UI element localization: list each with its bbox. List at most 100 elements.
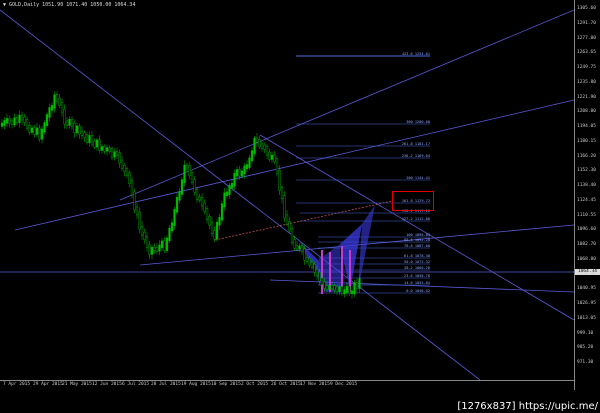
candlestick: [145, 236, 149, 248]
candlestick: [100, 146, 104, 151]
price-axis-label: 1166.20: [577, 153, 596, 159]
candlestick: [95, 139, 99, 148]
candlestick: [140, 226, 144, 236]
candlestick: [343, 289, 346, 294]
price-axis-label: 999.10: [577, 330, 594, 336]
candlestick: [230, 182, 234, 189]
candlestick: [8, 118, 11, 124]
watermark: [1276x837] https://upic.me/: [457, 401, 598, 413]
candlestick: [3, 120, 6, 127]
candlestick: [93, 140, 96, 148]
candlestick: [65, 120, 69, 126]
candlestick: [285, 214, 289, 225]
candlestick: [280, 187, 284, 200]
candlestick: [130, 180, 134, 196]
candlestick: [260, 143, 264, 149]
candlestick: [75, 125, 79, 134]
candlestick: [205, 208, 209, 220]
candlestick: [58, 97, 61, 106]
candlestick: [353, 282, 356, 294]
candlestick: [270, 154, 274, 160]
candlestick: [253, 137, 256, 154]
candlestick: [123, 165, 126, 172]
candlestick: [180, 179, 184, 195]
candlestick: [228, 184, 231, 196]
candlestick: [103, 146, 106, 152]
candlestick: [355, 282, 359, 289]
candlestick: [0, 122, 4, 127]
candlestick: [50, 104, 54, 111]
candlestick: [235, 169, 239, 177]
candlestick: [10, 120, 14, 125]
candlestick: [255, 137, 259, 143]
candlestick: [105, 147, 109, 152]
price-axis-label: 1026.95: [577, 301, 596, 306]
candlestick: [38, 127, 41, 140]
time-axis-label: 29 Apr 2015: [33, 382, 63, 387]
candlestick: [273, 154, 276, 162]
candlestick: [143, 231, 146, 241]
candlestick: [15, 117, 19, 123]
candlestick: [48, 107, 51, 118]
candlestick: [295, 245, 299, 250]
fibo-level-label: 423.6 1254.01: [402, 52, 430, 56]
candlestick: [320, 277, 324, 285]
price-axis-label: 1096.60: [577, 227, 596, 233]
price-axis-label: 1082.70: [577, 242, 596, 247]
price-axis-label: 1152.30: [577, 168, 596, 174]
fibo-level-label: 38.2 1066.26: [404, 266, 430, 270]
candlestick: [250, 150, 254, 162]
candlestick: [5, 118, 9, 124]
candlestick: [80, 130, 84, 137]
candlestick: [200, 197, 204, 207]
candlestick: [178, 191, 181, 201]
candlestick: [208, 216, 211, 226]
candlestick: [195, 188, 199, 200]
candlestick: [283, 195, 286, 219]
candlestick: [340, 286, 344, 294]
price-chart-canvas[interactable]: 423.6 1254.01 300 1200.00 261.8 1181.17 236…: [0, 0, 574, 380]
candlestick: [303, 248, 306, 261]
candlestick: [323, 281, 326, 289]
candlestick: [73, 123, 76, 134]
candlestick: [318, 271, 321, 282]
time-axis-label: 26 Oct 2015: [271, 382, 301, 387]
price-axis-label: 1110.55: [577, 212, 596, 218]
price-axis-label: 1291.70: [577, 20, 596, 26]
candlestick: [358, 278, 361, 289]
harmonic-pattern-leg: [358, 205, 375, 290]
candlestick: [168, 227, 171, 242]
candlestick: [193, 179, 196, 193]
price-axis-label: 1040.95: [577, 286, 596, 292]
chart-window: 423.6 1254.01 300 1200.00 261.8 1181.17 236…: [0, 0, 600, 413]
candlestick: [113, 151, 116, 158]
time-axis-label: 21 May 2015: [62, 382, 92, 387]
fibo-level-label: 0.0 1046.42: [406, 289, 430, 293]
candlestick: [25, 119, 29, 129]
price-axis-label: 1235.80: [577, 79, 596, 85]
candlestick: [33, 127, 36, 135]
candlestick: [278, 170, 281, 191]
fibo-level-label: 78.6 1087.00: [404, 244, 430, 248]
candlestick: [78, 125, 81, 135]
candlestick: [45, 114, 49, 126]
candlestick: [328, 285, 331, 290]
time-axis-label: 9 Dec 2015: [330, 382, 358, 387]
fibo-level-label: 50.0 1072.32: [404, 260, 430, 264]
candlestick: [163, 240, 166, 251]
candlestick: [133, 191, 136, 211]
candlestick: [68, 118, 71, 126]
candlestick: [55, 94, 59, 102]
candlestick: [325, 285, 329, 290]
price-axis-label: 1180.15: [577, 138, 596, 144]
candlestick: [245, 164, 249, 170]
time-axis-label: 19 Aug 2015: [181, 382, 211, 387]
price-axis-label: 1013.05: [577, 315, 596, 321]
price-axis-label: 1305.60: [577, 6, 596, 11]
candlestick: [18, 114, 21, 123]
channel-line: [14, 99, 574, 231]
candlestick: [63, 108, 66, 125]
candlestick: [40, 128, 44, 140]
candlestick: [155, 247, 159, 252]
candlestick: [290, 227, 294, 243]
